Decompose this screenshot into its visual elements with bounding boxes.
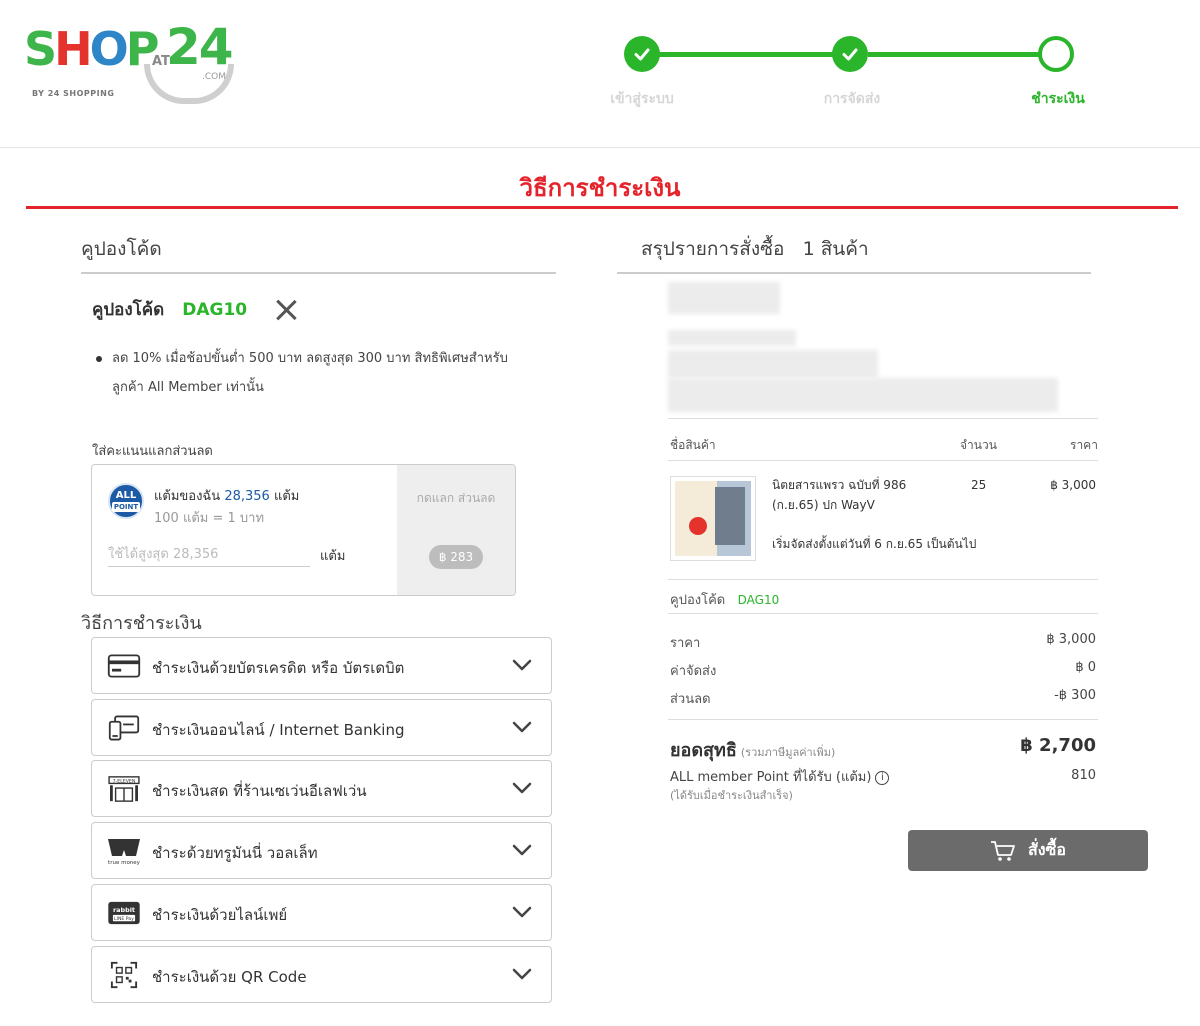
order-item-count: 1 สินค้า [802,238,869,260]
linepay-icon: rabbit LINE Pay [106,898,142,928]
payment-option-qr-code[interactable]: ชำระเงินด้วย QR Code [91,946,552,1003]
shopat24-logo[interactable]: SHOP AT 24 .COM BY 24 SHOPPING [24,18,234,104]
points-input[interactable] [108,543,310,567]
points-redeem-box: ALL POINT แต้มของฉัน 28,356 แต้ม 100 แต้… [91,464,516,596]
coupon-code: DAG10 [182,299,248,320]
product-shipping-note: เริ่มจัดส่งตั้งแต่วันที่ 6 ก.ย.65 เป็นต้… [772,537,977,551]
earned-points-value: 810 [1071,768,1096,783]
all-point-logo: ALL POINT [108,483,144,519]
step-1-label: เข้าสู่ระบบ [610,91,674,107]
logo-shop-text: SHOP [24,22,159,76]
chevron-down-icon [512,906,532,918]
payment-option-label: ชำระเงินออนไลน์ / Internet Banking [152,721,405,739]
checkout-steps: เข้าสู่ระบบ การจัดส่ง ชำระเงิน [600,30,1120,120]
applied-coupon: คูปองโค้ด DAG10 [92,296,297,323]
payment-option-label: ชำระเงินสด ที่ร้านเซเว่นอีเลฟเว่น [152,782,367,800]
svg-text:LINE Pay: LINE Pay [114,916,134,922]
page-title: วิธีการชำระเงิน [519,174,681,202]
payment-option-internet-banking[interactable]: ชำระเงินออนไลน์ / Internet Banking [91,699,552,756]
order-summary-title: สรุปรายการสั่งซื้อ 1 สินค้า [617,234,1091,274]
col-header-name: ชื่อสินค้า [670,438,716,452]
step-3-current-icon [1038,36,1074,72]
seven-eleven-icon: 7-ELEVEN [106,774,142,804]
coupon-label: คูปองโค้ด [92,300,165,320]
my-points: แต้มของฉัน 28,356 แต้ม [154,489,300,504]
title-divider [26,206,1178,209]
chevron-down-icon [512,659,532,671]
summary-divider [668,613,1098,614]
net-total-label: ยอดสุทธิ (รวมภาษีมูลค่าเพิ่ม) [670,740,836,761]
credit-card-icon [106,651,142,681]
earned-points-note: (ได้รับเมื่อชำระเงินสำเร็จ) [670,789,793,802]
place-order-button[interactable]: สั่งซื้อ [908,830,1148,871]
step-2-label: การจัดส่ง [823,91,881,107]
net-total-value: ฿ 2,700 [1020,735,1096,756]
earned-points-label: ALL member Point ที่ได้รับ (แต้ม) i [670,766,890,787]
chevron-down-icon [512,968,532,980]
svg-text:true money: true money [108,860,141,866]
payment-option-credit-card[interactable]: ชำระเงินด้วยบัตรเครดิต หรือ บัตรเดบิต [91,637,552,694]
summary-coupon: คูปองโค้ด DAG10 [670,593,780,608]
online-banking-icon [106,713,142,743]
step-1-check-icon [624,36,660,72]
logo-com-text: .COM [202,72,226,82]
points-section-title: ใส่คะแนนแลกส่วนลด [92,444,213,459]
col-header-qty: จำนวน [960,438,997,452]
payment-option-label: ชำระเงินด้วยบัตรเครดิต หรือ บัตรเดบิต [152,659,405,677]
logo-24-text: 24 [166,18,234,76]
product-name: นิตยสารแพรว ฉบับที่ 986 (ก.ย.65) ปก WayV [772,478,907,512]
shipping-label: ค่าจัดส่ง [670,664,717,679]
points-input-unit: แต้ม [320,549,346,564]
header: SHOP AT 24 .COM BY 24 SHOPPING เข้าสู่ระ… [0,0,1200,148]
step-connector-2 [868,52,1058,57]
shipping-value: ฿ 0 [1075,660,1096,675]
subtotal-value: ฿ 3,000 [1046,632,1096,647]
redeem-amount-button[interactable]: ฿ 283 [429,545,483,569]
svg-text:rabbit: rabbit [113,906,135,914]
product-qty: 25 [971,478,987,492]
qr-code-icon [106,960,142,990]
remove-coupon-close-icon[interactable] [275,299,297,321]
summary-divider [668,418,1098,419]
step-connector-1 [642,52,850,57]
product-thumbnail [670,476,756,561]
payment-option-linepay[interactable]: rabbit LINE Pay ชำระเงินด้วยไลน์เพย์ [91,884,552,941]
payment-option-truemoney[interactable]: true money ชำระด้วยทรูมันนี่ วอลเล็ท [91,822,552,879]
my-points-value: 28,356 [224,489,270,504]
step-2-check-icon [832,36,868,72]
subtotal-label: ราคา [670,636,701,651]
chevron-down-icon [512,782,532,794]
summary-divider [668,460,1098,461]
info-icon[interactable]: i [875,771,890,785]
payment-option-label: ชำระด้วยทรูมันนี่ วอลเล็ท [152,844,318,862]
payment-option-seven-eleven[interactable]: 7-ELEVEN ชำระเงินสด ที่ร้านเซเว่นอีเลฟเว… [91,760,552,817]
cart-icon [990,840,1015,861]
blurred-address-line [668,350,878,378]
blurred-address-line [668,378,1058,412]
payment-section-title: วิธีการชำระเงิน [81,613,202,634]
blurred-address-line [668,330,796,346]
redeem-panel[interactable]: กดแลก ส่วนลด ฿ 283 [397,465,515,595]
redeem-label: กดแลก ส่วนลด [416,491,496,505]
payment-option-label: ชำระเงินด้วยไลน์เพย์ [152,906,288,924]
chevron-down-icon [512,844,532,856]
logo-tagline: BY 24 SHOPPING [32,89,115,98]
blurred-recipient-name [668,282,780,314]
coupon-description: ลด 10% เมื่อช้อปขั้นต่ำ 500 บาท ลดสูงสุด… [96,344,526,402]
step-3-label: ชำระเงิน [1031,91,1085,107]
payment-option-label: ชำระเงินด้วย QR Code [152,968,307,986]
truemoney-icon: true money [106,836,142,866]
summary-divider [668,579,1098,580]
product-price: ฿ 3,000 [1050,478,1096,492]
col-header-price: ราคา [1070,438,1098,452]
chevron-down-icon [512,721,532,733]
points-rate: 100 แต้ม = 1 บาท [154,511,265,526]
discount-value: -฿ 300 [1054,688,1096,703]
place-order-label: สั่งซื้อ [1027,840,1067,859]
svg-text:7-ELEVEN: 7-ELEVEN [113,778,136,784]
coupon-section-title: คูปองโค้ด [81,234,556,274]
summary-divider [668,719,1098,720]
discount-label: ส่วนลด [670,692,711,707]
